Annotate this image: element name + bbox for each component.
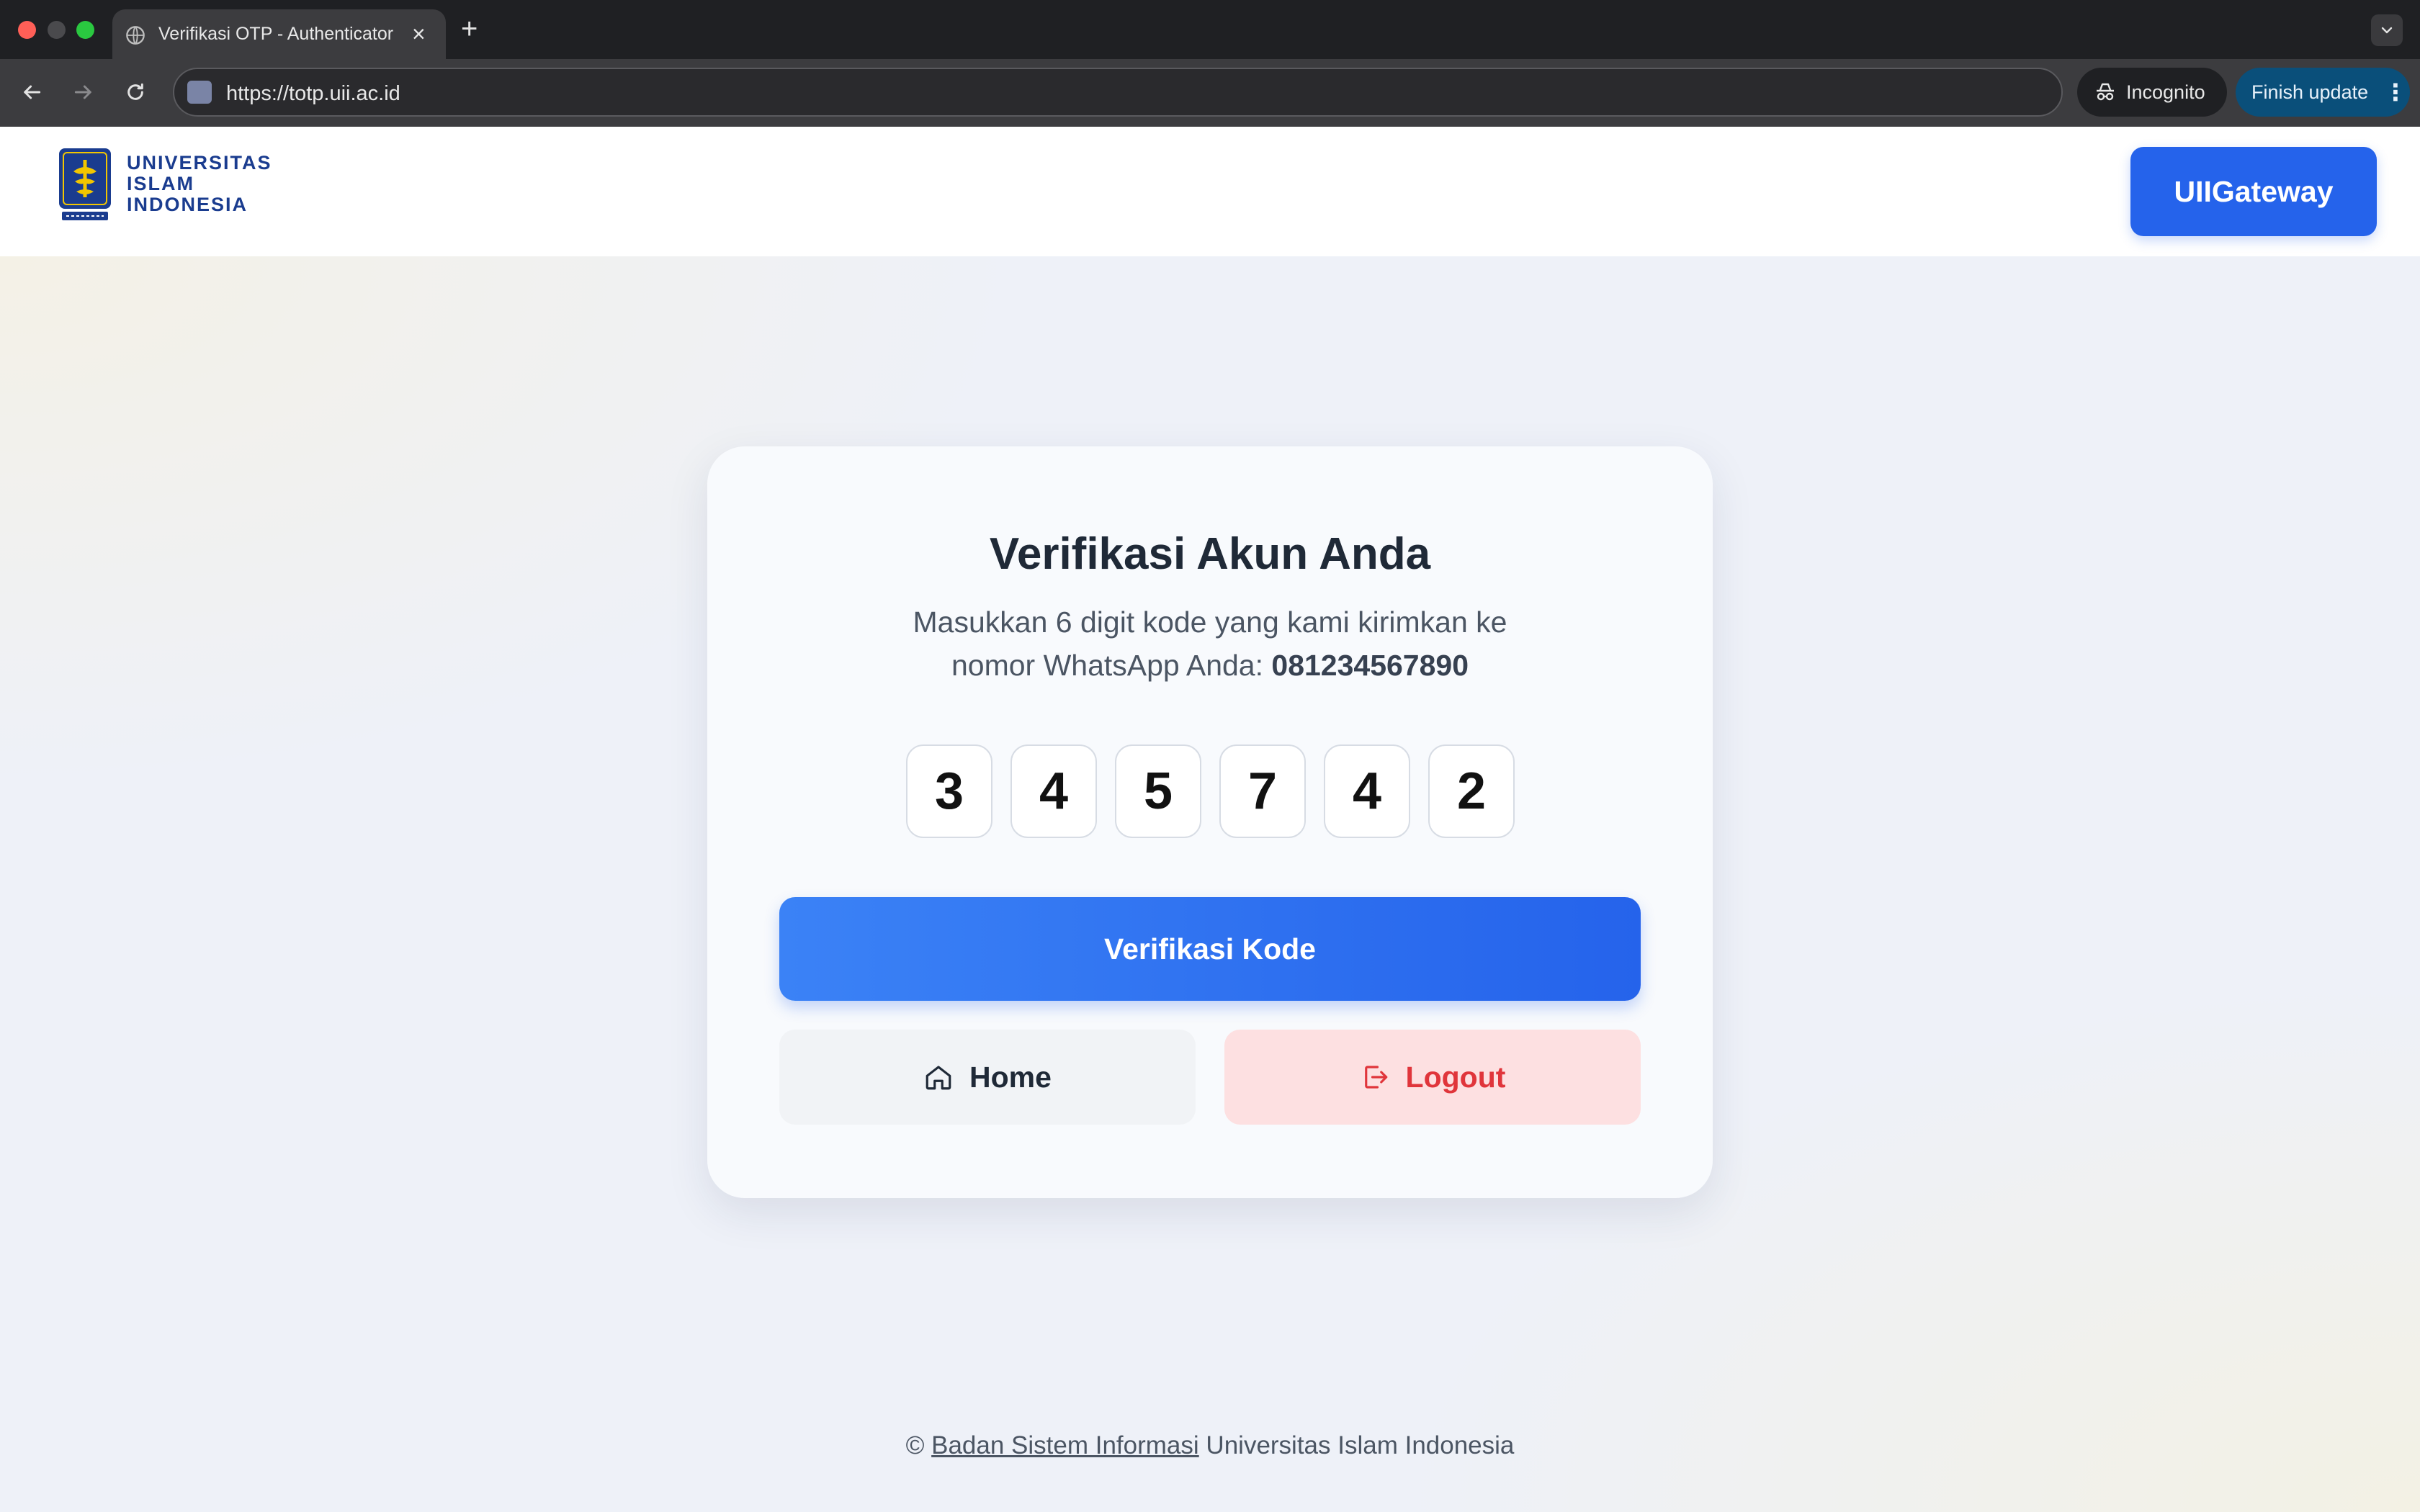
- otp-verification-card: Verifikasi Akun Anda Masukkan 6 digit ko…: [707, 446, 1713, 1198]
- back-button[interactable]: [14, 75, 49, 109]
- reload-icon: [127, 83, 143, 100]
- home-button[interactable]: Home: [779, 1030, 1196, 1125]
- arrow-right-icon: [74, 85, 91, 99]
- tab-title: Verifikasi OTP - Authenticator: [158, 24, 394, 44]
- otp-digit-input-6[interactable]: 2: [1428, 744, 1515, 838]
- otp-input-group: 3 4 5 7 4 2: [906, 744, 1515, 838]
- card-description: Masukkan 6 digit kode yang kami kirimkan…: [814, 600, 1606, 687]
- reload-button[interactable]: [118, 75, 153, 109]
- globe-icon: [126, 26, 145, 45]
- home-button-content: Home: [779, 1030, 1196, 1125]
- logout-button-label: Logout: [1405, 1060, 1506, 1094]
- site-header: UNIVERSITAS ISLAM INDONESIA UIIGateway: [0, 127, 2420, 256]
- url-text: https://totp.uii.ac.id: [226, 82, 400, 105]
- tab-search-button[interactable]: [2371, 14, 2403, 46]
- logo-line-2: ISLAM: [127, 173, 194, 194]
- finish-update-button[interactable]: Finish update ⋮: [2236, 68, 2410, 117]
- description-line-2: nomor WhatsApp Anda:: [951, 649, 1272, 682]
- new-tab-button[interactable]: +: [461, 13, 478, 45]
- otp-digit-input-3[interactable]: 5: [1115, 744, 1201, 838]
- otp-digit-input-4[interactable]: 7: [1219, 744, 1306, 838]
- otp-digit-input-2[interactable]: 4: [1010, 744, 1097, 838]
- logout-button[interactable]: Logout: [1224, 1030, 1641, 1125]
- maximize-window-button[interactable]: [76, 21, 94, 39]
- incognito-indicator[interactable]: Incognito: [2077, 68, 2227, 117]
- address-bar[interactable]: https://totp.uii.ac.id: [173, 68, 2063, 117]
- card-title: Verifikasi Akun Anda: [989, 529, 1431, 579]
- chevron-down-icon: [2381, 27, 2393, 34]
- incognito-icon: [2097, 83, 2114, 101]
- more-options-icon[interactable]: ⋮: [2384, 78, 2407, 107]
- finish-update-label: Finish update: [2251, 81, 2369, 103]
- logout-button-content: Logout: [1224, 1030, 1641, 1125]
- site-favicon-icon: [187, 81, 212, 104]
- bsi-link[interactable]: Badan Sistem Informasi: [931, 1431, 1199, 1459]
- close-window-button[interactable]: [18, 21, 36, 39]
- minimize-window-button[interactable]: [48, 21, 66, 39]
- incognito-label: Incognito: [2126, 81, 2205, 103]
- home-button-label: Home: [969, 1060, 1052, 1094]
- otp-digit-input-1[interactable]: 3: [906, 744, 992, 838]
- copyright-symbol: ©: [905, 1431, 925, 1459]
- footer-university-name: Universitas Islam Indonesia: [1206, 1431, 1515, 1459]
- phone-number: 081234567890: [1271, 649, 1469, 682]
- description-line-1: Masukkan 6 digit kode yang kami kirimkan…: [913, 606, 1507, 639]
- browser-toolbar: https://totp.uii.ac.id Incognito Finish …: [0, 59, 2420, 127]
- home-icon: [926, 1066, 951, 1090]
- otp-digit-input-5[interactable]: 4: [1324, 744, 1410, 838]
- browser-tab-bar: Verifikasi OTP - Authenticator × +: [0, 0, 2420, 59]
- browser-tab[interactable]: Verifikasi OTP - Authenticator ×: [112, 9, 446, 59]
- arrow-left-icon: [24, 85, 41, 99]
- page-footer: © Badan Sistem Informasi Universitas Isl…: [0, 1430, 2420, 1462]
- university-name-logo-text: UNIVERSITAS ISLAM INDONESIA: [127, 153, 272, 215]
- verify-code-button[interactable]: Verifikasi Kode: [779, 897, 1641, 1001]
- uii-logo-emblem: [59, 148, 111, 220]
- logout-icon: [1364, 1066, 1387, 1089]
- logo-line-3: INDONESIA: [127, 194, 248, 215]
- logo-line-1: UNIVERSITAS: [127, 152, 272, 174]
- close-tab-icon[interactable]: ×: [412, 19, 426, 48]
- uiigateway-button[interactable]: UIIGateway: [2130, 147, 2377, 236]
- forward-button[interactable]: [66, 75, 101, 109]
